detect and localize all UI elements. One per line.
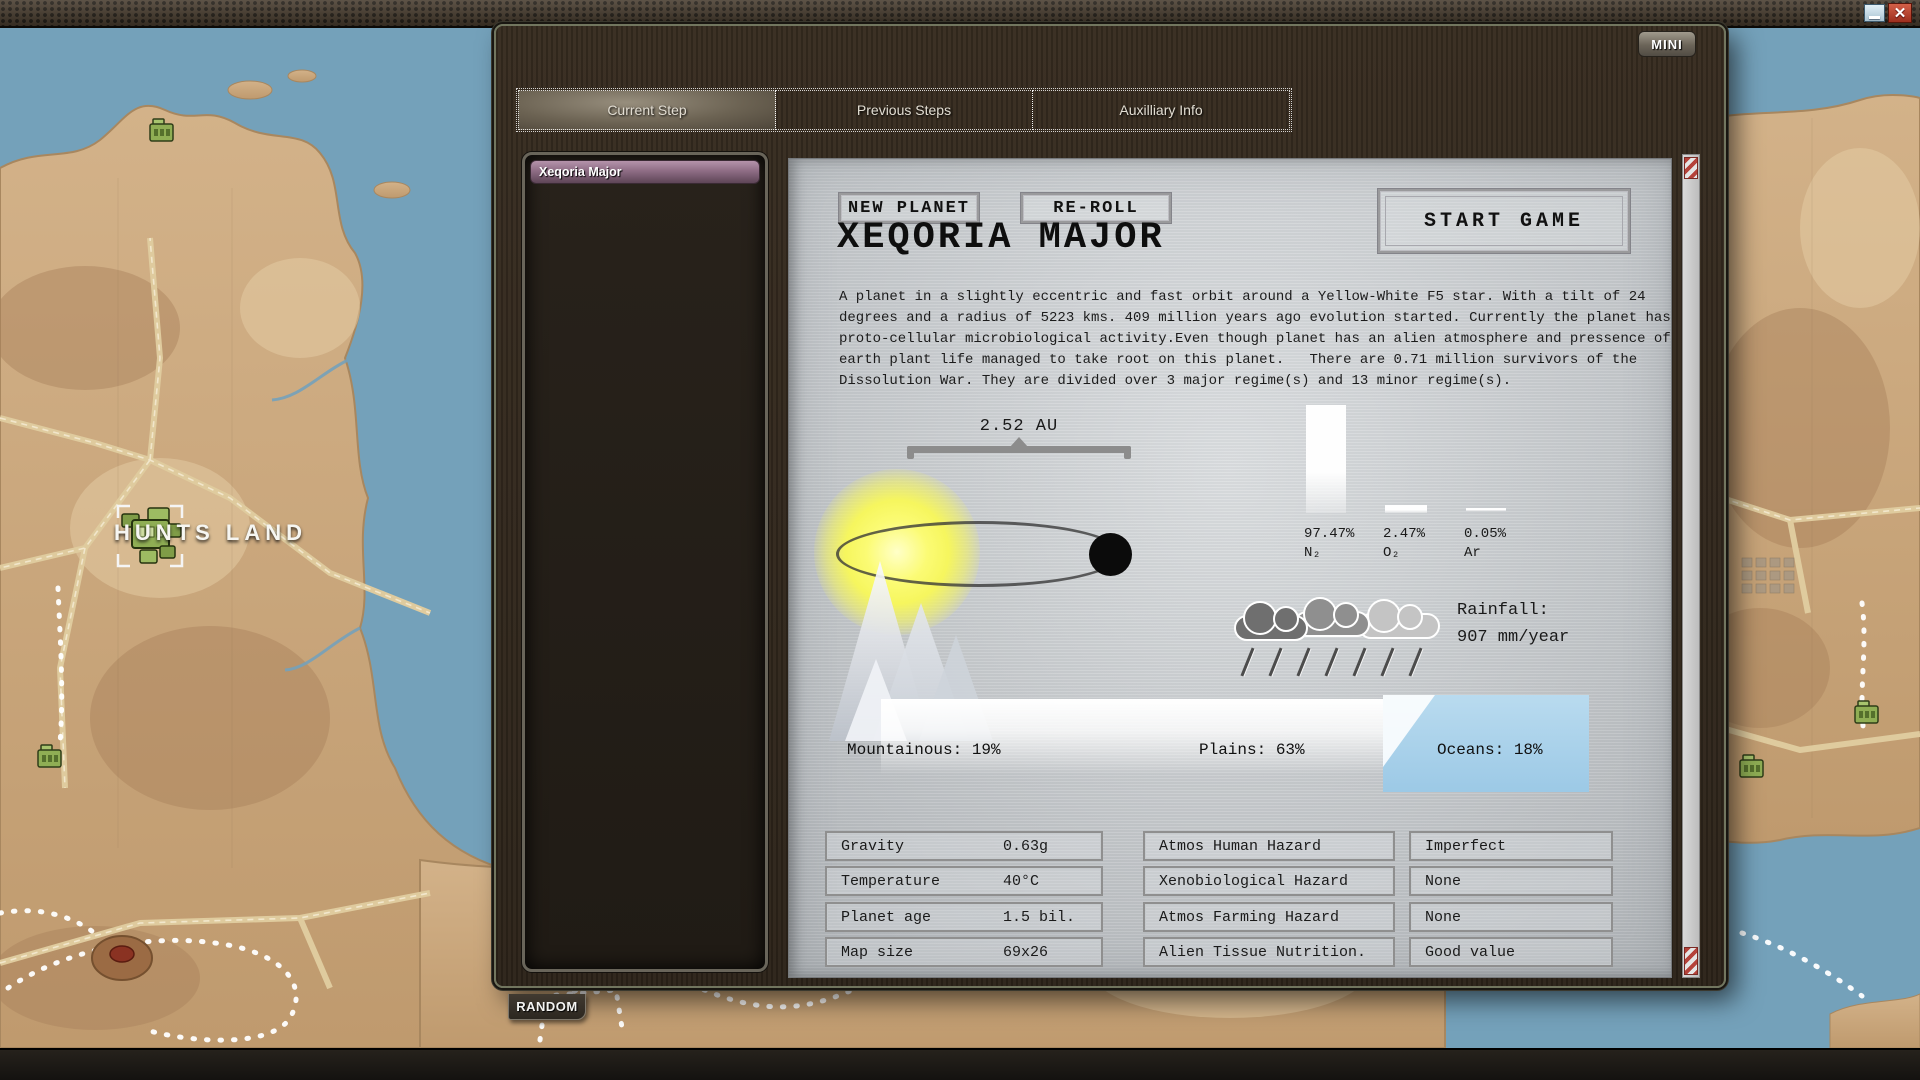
step-tabs: Current Step Previous Steps Auxilliary I… [516, 88, 1292, 132]
stat-row-map-size: Map size69x26 [825, 937, 1103, 967]
rainfall-text: Rainfall:907 mm/year [1457, 597, 1569, 651]
atmosphere-label-ar: 0.05%Ar [1464, 525, 1506, 563]
volcano [92, 936, 152, 980]
stat-label-atmos-human-hazard: Atmos Human Hazard [1143, 831, 1395, 861]
tab-current-step[interactable]: Current Step [518, 90, 776, 130]
tab-previous-steps[interactable]: Previous Steps [775, 90, 1033, 130]
region-label: HUNTS LAND [114, 520, 307, 546]
stat-row-temperature: Temperature40°C [825, 866, 1103, 896]
terrain-mountainous: Mountainous: 19% [847, 741, 1001, 759]
tab-auxilliary-info[interactable]: Auxilliary Info [1032, 90, 1290, 130]
terrain-plains: Plains: 63% [1199, 741, 1305, 759]
stat-row-gravity: Gravity0.63g [825, 831, 1103, 861]
stat-row-planet-age: Planet age1.5 bil. [825, 902, 1103, 932]
planet-setup-dialog: MINI Current Step Previous Steps Auxilli… [494, 24, 1726, 988]
atmosphere-label-n2: 97.47%N₂ [1304, 525, 1354, 563]
planet-list-panel: Xeqoria Major [522, 152, 768, 972]
rain-clouds-icon [1234, 595, 1459, 679]
scrollbar-thumb[interactable] [1684, 157, 1698, 179]
bottom-bar [0, 1048, 1920, 1080]
close-button[interactable]: ✕ [1888, 3, 1912, 23]
atmosphere-bar-n2 [1306, 405, 1346, 513]
start-game-button[interactable]: START GAME [1378, 189, 1630, 253]
random-button[interactable]: RANDOM [508, 994, 586, 1020]
stat-value-atmos-farming-hazard: None [1409, 902, 1613, 932]
paper-scrollbar[interactable] [1682, 154, 1700, 978]
planet-list-item-selected[interactable]: Xeqoria Major [530, 160, 760, 184]
mini-button[interactable]: MINI [1638, 31, 1696, 57]
ruler-bracket-icon [907, 441, 1131, 459]
game-screen: HUNTS LAND ✕ MINI Current Step Previous … [0, 0, 1920, 1080]
terrain-oceans: Oceans: 18% [1437, 741, 1543, 759]
planet-description: A planet in a slightly eccentric and fas… [839, 287, 1672, 392]
scrollbar-down-control[interactable] [1684, 947, 1698, 975]
atmosphere-bar-ar [1466, 508, 1506, 511]
atmosphere-bar-o2 [1385, 505, 1427, 513]
orbit-distance-ruler: 2.52 AU [907, 417, 1131, 459]
stat-label-atmos-farming-hazard: Atmos Farming Hazard [1143, 902, 1395, 932]
stat-value-alien-tissue-nutrition: Good value [1409, 937, 1613, 967]
close-icon: ✕ [1894, 4, 1907, 22]
planet-icon [1089, 533, 1132, 576]
stat-label-alien-tissue-nutrition: Alien Tissue Nutrition. [1143, 937, 1395, 967]
orbit-distance-value: 2.52 AU [907, 417, 1131, 436]
stat-label-xenobiological-hazard: Xenobiological Hazard [1143, 866, 1395, 896]
planet-name-title: XEQORIA MAJOR [837, 217, 1165, 259]
plains-illustration [881, 699, 1386, 775]
stat-value-xenobiological-hazard: None [1409, 866, 1613, 896]
planet-report-paper: NEW PLANET RE-ROLL START GAME XEQORIA MA… [788, 158, 1672, 978]
atmosphere-label-o2: 2.47%O₂ [1383, 525, 1425, 563]
minimize-icon [1869, 16, 1880, 19]
stat-value-atmos-human-hazard: Imperfect [1409, 831, 1613, 861]
minimize-button[interactable] [1864, 4, 1885, 22]
